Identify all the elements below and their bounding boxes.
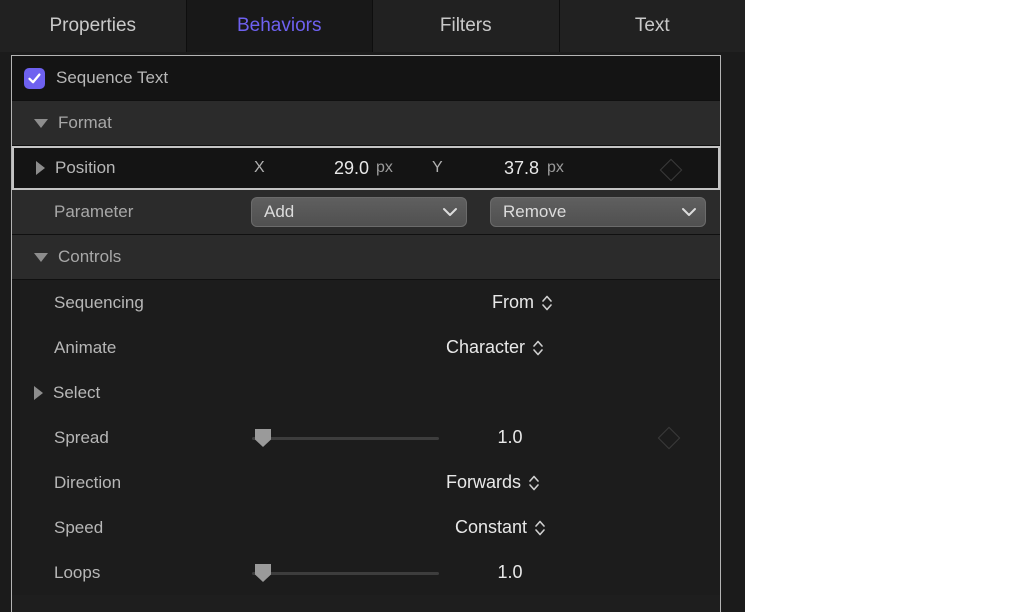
- position-keyframe-diamond-icon[interactable]: [659, 158, 683, 182]
- tab-properties-label: Properties: [49, 15, 137, 36]
- direction-value: Forwards: [446, 472, 522, 492]
- sequencing-label: Sequencing: [54, 292, 144, 312]
- position-label: Position: [55, 158, 116, 177]
- row-position[interactable]: Position X 29.0 px Y 37.8 px: [12, 146, 720, 190]
- speed-stepper[interactable]: Constant: [455, 517, 546, 538]
- position-x-value[interactable]: 29.0: [299, 158, 369, 179]
- stepper-updown-icon: [542, 295, 552, 310]
- row-select[interactable]: Select: [12, 370, 720, 415]
- spread-slider-track[interactable]: [252, 437, 439, 440]
- loops-label: Loops: [54, 562, 101, 582]
- loops-slider[interactable]: [252, 564, 439, 582]
- spread-value[interactable]: 1.0: [480, 427, 540, 448]
- spread-label: Spread: [54, 427, 109, 447]
- speed-value: Constant: [455, 517, 528, 537]
- disclosure-triangle-down-icon[interactable]: [34, 118, 48, 128]
- row-loops: Loops 1.0: [12, 550, 720, 595]
- parameter-add-value: Add: [264, 202, 295, 221]
- parameter-remove-value: Remove: [503, 202, 567, 221]
- behaviors-parameter-list: Sequence Text Format Position X 29.0 px …: [11, 55, 721, 612]
- spread-slider-thumb[interactable]: [255, 429, 271, 447]
- animate-label: Animate: [54, 337, 117, 357]
- select-label: Select: [53, 382, 101, 402]
- tab-text-label: Text: [634, 15, 670, 36]
- loops-slider-thumb[interactable]: [255, 564, 271, 582]
- tab-text[interactable]: Text: [559, 0, 745, 52]
- tab-behaviors[interactable]: Behaviors: [186, 0, 373, 52]
- tab-filters-label: Filters: [439, 15, 492, 36]
- row-direction: Direction Forwards: [12, 460, 720, 505]
- disclosure-triangle-right-icon[interactable]: [36, 161, 45, 175]
- row-sequencing: Sequencing From: [12, 280, 720, 325]
- tab-behaviors-label: Behaviors: [237, 15, 322, 36]
- direction-label: Direction: [54, 472, 122, 492]
- speed-label: Speed: [54, 517, 104, 537]
- animate-stepper[interactable]: Character: [446, 337, 544, 358]
- row-spread: Spread 1.0: [12, 415, 720, 460]
- tab-properties[interactable]: Properties: [0, 0, 187, 52]
- loops-value[interactable]: 1.0: [480, 562, 540, 583]
- section-controls-label: Controls: [58, 247, 122, 266]
- position-y-value[interactable]: 37.8: [469, 158, 539, 179]
- checkmark-icon: [28, 72, 41, 83]
- direction-stepper[interactable]: Forwards: [446, 472, 540, 493]
- row-sequence-text[interactable]: Sequence Text: [12, 56, 720, 101]
- inspector-window: Properties Behaviors Filters Text Sequen…: [0, 0, 745, 612]
- sequencing-value: From: [492, 292, 534, 312]
- parameter-label: Parameter: [54, 202, 134, 221]
- parameter-remove-dropdown[interactable]: Remove: [490, 197, 706, 227]
- disclosure-triangle-down-icon[interactable]: [34, 252, 48, 262]
- stepper-updown-icon: [535, 520, 545, 535]
- sequencing-stepper[interactable]: From: [492, 292, 553, 313]
- row-animate: Animate Character: [12, 325, 720, 370]
- tab-filters[interactable]: Filters: [373, 0, 560, 52]
- parameter-add-dropdown[interactable]: Add: [251, 197, 467, 227]
- section-header-controls[interactable]: Controls: [12, 235, 720, 280]
- stepper-updown-icon: [529, 475, 539, 490]
- position-x-axis-label: X: [254, 159, 265, 176]
- sequence-text-checkbox[interactable]: [24, 67, 45, 89]
- section-format-label: Format: [58, 113, 112, 132]
- animate-value: Character: [446, 337, 526, 357]
- row-parameter: Parameter Add Remove: [12, 190, 720, 235]
- spread-slider[interactable]: [252, 429, 439, 447]
- disclosure-triangle-right-icon[interactable]: [34, 385, 43, 400]
- callout-area: Position parameter is added.: [745, 0, 1032, 612]
- position-y-axis-label: Y: [432, 159, 443, 176]
- position-x-unit: px: [376, 159, 393, 176]
- inspector-tab-bar: Properties Behaviors Filters Text: [0, 0, 745, 52]
- position-y-unit: px: [547, 159, 564, 176]
- chevron-down-icon: [682, 208, 696, 216]
- row-speed: Speed Constant: [12, 505, 720, 550]
- spread-keyframe-diamond-icon[interactable]: [657, 426, 681, 450]
- chevron-down-icon: [443, 208, 457, 216]
- sequence-text-label: Sequence Text: [56, 68, 169, 87]
- loops-slider-track[interactable]: [252, 572, 439, 575]
- stepper-updown-icon: [533, 340, 543, 355]
- section-header-format[interactable]: Format: [12, 101, 720, 146]
